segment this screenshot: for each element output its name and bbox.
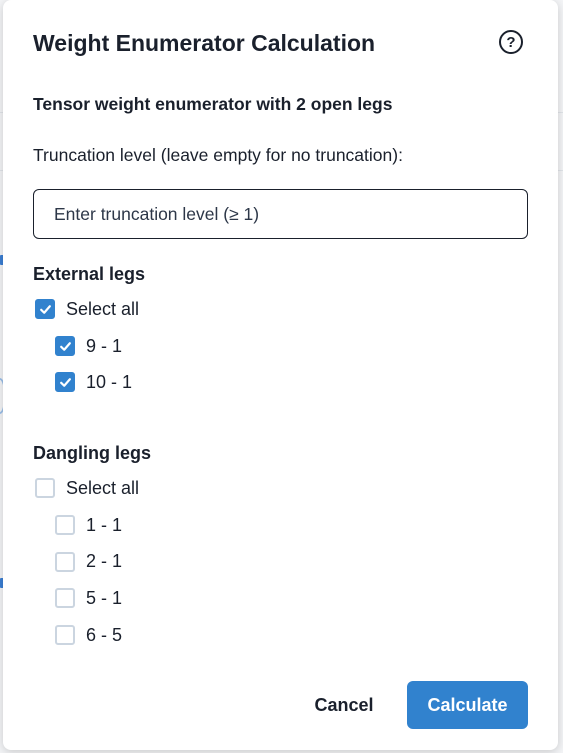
- checkbox-unchecked-icon[interactable]: [55, 515, 75, 535]
- checkbox-unchecked-icon[interactable]: [55, 625, 75, 646]
- dangling-select-all-checkbox[interactable]: Select all: [35, 477, 139, 499]
- external-select-all-checkbox[interactable]: Select all: [35, 298, 139, 320]
- checkbox-checked-icon[interactable]: [55, 336, 75, 356]
- dangling-leg-checkbox[interactable]: 2 - 1: [55, 551, 122, 573]
- weight-enumerator-dialog: Weight Enumerator Calculation ? Tensor w…: [3, 0, 558, 750]
- dangling-leg-checkbox[interactable]: 6 - 5: [55, 624, 122, 646]
- external-leg-checkbox[interactable]: 9 - 1: [55, 335, 122, 357]
- checkbox-label: Select all: [66, 477, 140, 498]
- dialog-header: Weight Enumerator Calculation ?: [33, 28, 528, 58]
- checkbox-checked-icon[interactable]: [35, 299, 55, 319]
- truncation-label: Truncation level (leave empty for no tru…: [33, 145, 403, 165]
- cancel-button[interactable]: Cancel: [299, 681, 389, 729]
- checkmark-icon: [59, 341, 71, 351]
- question-circle-icon[interactable]: ?: [499, 30, 523, 54]
- external-leg-checkbox[interactable]: 10 - 1: [55, 371, 132, 393]
- checkbox-unchecked-icon[interactable]: [55, 551, 75, 572]
- checkbox-label: 6 - 5: [86, 624, 123, 645]
- checkbox-unchecked-icon[interactable]: [35, 478, 55, 498]
- dialog-subtitle: Tensor weight enumerator with 2 open leg…: [33, 94, 393, 114]
- help-glyph: ?: [506, 33, 516, 51]
- checkmark-icon: [59, 377, 71, 387]
- dangling-legs-title: Dangling legs: [33, 443, 152, 463]
- dangling-leg-checkbox[interactable]: 1 - 1: [55, 514, 122, 536]
- truncation-input[interactable]: [33, 189, 528, 239]
- dialog-title: Weight Enumerator Calculation: [33, 30, 376, 56]
- checkbox-label: 10 - 1: [86, 371, 133, 392]
- checkbox-label: 9 - 1: [86, 335, 123, 356]
- dangling-leg-checkbox[interactable]: 5 - 1: [55, 587, 122, 609]
- external-legs-title: External legs: [33, 264, 146, 284]
- checkbox-label: 5 - 1: [86, 587, 123, 608]
- checkbox-unchecked-icon[interactable]: [55, 588, 75, 609]
- checkbox-checked-icon[interactable]: [55, 372, 75, 392]
- checkbox-label: 2 - 1: [86, 551, 123, 572]
- calculate-button[interactable]: Calculate: [407, 681, 528, 729]
- checkmark-icon: [39, 304, 51, 314]
- checkbox-label: Select all: [66, 298, 140, 319]
- checkbox-label: 1 - 1: [86, 514, 123, 535]
